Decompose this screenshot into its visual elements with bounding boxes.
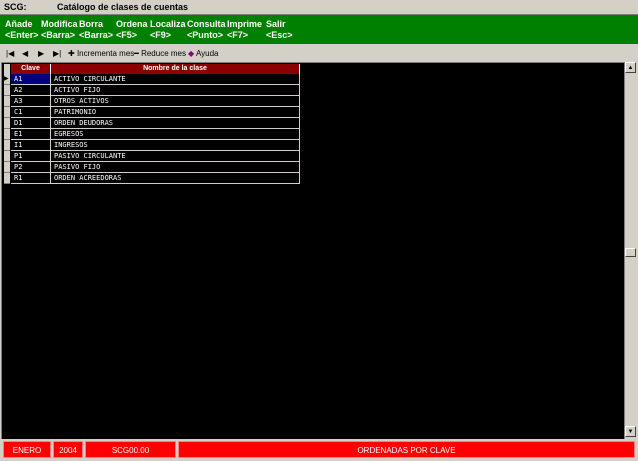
menu-imprime[interactable]: Imprime <F7> (227, 19, 262, 41)
menu-label: Ordena (116, 19, 148, 29)
cell-nombre[interactable]: OTROS ACTIVOS (51, 96, 300, 107)
classes-grid: Clave Nombre de la clase ▶ A1 ACTIVO CIRCU… (4, 64, 300, 184)
menu-label: Localiza (150, 19, 186, 29)
menu-localiza[interactable]: Localiza <F9> (150, 19, 186, 41)
scroll-up-icon[interactable]: ▲ (625, 62, 636, 73)
increment-month-label: Incrementa mes (76, 49, 135, 58)
menu-shortcut: <F9> (150, 30, 172, 40)
menu-shortcut: <Barra> (41, 30, 76, 40)
menu-label: Añade (5, 19, 33, 29)
window-title: Catálogo de clases de cuentas (57, 2, 189, 12)
help-button[interactable]: ◆ Ayuda (188, 48, 218, 59)
row-indicator (4, 162, 10, 173)
cell-clave[interactable]: E1 (11, 129, 51, 140)
cell-clave[interactable]: C1 (11, 107, 51, 118)
status-message: ORDENADAS POR CLAVE (178, 441, 635, 458)
table-row[interactable]: R1 ORDEN ACREEDORAS (4, 173, 300, 184)
menu-salir[interactable]: Salir <Esc> (266, 19, 293, 41)
status-bar: ENERO 2004 SCG00.00 ORDENADAS POR CLAVE (0, 439, 638, 461)
next-record-icon[interactable]: ▶ (38, 48, 44, 59)
cell-nombre[interactable]: PASIVO FIJO (51, 162, 300, 173)
status-year: 2004 (53, 441, 83, 458)
plus-icon: ✚ (68, 49, 75, 58)
scroll-down-icon[interactable]: ▼ (625, 426, 636, 437)
table-row[interactable]: ▶ A1 ACTIVO CIRCULANTE (4, 74, 300, 85)
status-month: ENERO (3, 441, 51, 458)
table-row[interactable]: P2 PASIVO FIJO (4, 162, 300, 173)
cell-clave[interactable]: P2 (11, 162, 51, 173)
cell-nombre[interactable]: ACTIVO FIJO (51, 85, 300, 96)
row-indicator (4, 85, 10, 96)
column-header-nombre[interactable]: Nombre de la clase (51, 64, 300, 74)
menu-shortcut: <F7> (227, 30, 249, 40)
menu-modifica[interactable]: Modifica <Barra> (41, 19, 78, 41)
menu-anade[interactable]: Añade <Enter> (5, 19, 39, 41)
menu-label: Borra (79, 19, 104, 29)
menu-label: Salir (266, 19, 286, 29)
cell-clave[interactable]: I1 (11, 140, 51, 151)
cell-nombre[interactable]: PATRIMONIO (51, 107, 300, 118)
menu-shortcut: <Punto> (187, 30, 224, 40)
cell-clave[interactable]: D1 (11, 118, 51, 129)
reduce-month-label: Reduce mes (141, 49, 186, 58)
increment-month-button[interactable]: ✚ Incrementa mes (68, 48, 134, 59)
cell-clave[interactable]: A1 (11, 74, 51, 85)
cell-clave[interactable]: A2 (11, 85, 51, 96)
vertical-scrollbar[interactable]: ▲ ▼ (624, 62, 637, 438)
cell-clave[interactable]: P1 (11, 151, 51, 162)
scroll-thumb[interactable] (625, 248, 636, 257)
table-row[interactable]: C1 PATRIMONIO (4, 107, 300, 118)
cell-nombre[interactable]: INGRESOS (51, 140, 300, 151)
status-code: SCG00.00 (85, 441, 176, 458)
menu-borra[interactable]: Borra <Barra> (79, 19, 113, 41)
cell-clave[interactable]: R1 (11, 173, 51, 184)
help-label: Ayuda (195, 49, 219, 58)
previous-record-icon[interactable]: ◀ (22, 48, 28, 59)
toolbar: |◀ ◀ ▶ ▶| ✚ Incrementa mes ━ Reduce mes … (0, 45, 638, 62)
menu-label: Imprime (227, 19, 263, 29)
menu-shortcut: <F5> (116, 30, 138, 40)
book-icon: ◆ (188, 49, 195, 58)
table-row[interactable]: A3 OTROS ACTIVOS (4, 96, 300, 107)
menu-consulta[interactable]: Consulta <Punto> (187, 19, 226, 41)
table-row[interactable]: E1 EGRESOS (4, 129, 300, 140)
menu-label: Modifica (41, 19, 78, 29)
menu-shortcut: <Enter> (5, 30, 39, 40)
row-indicator (4, 151, 10, 162)
reduce-month-button[interactable]: ━ Reduce mes (134, 48, 186, 59)
menu-shortcut: <Barra> (79, 30, 114, 40)
cell-nombre[interactable]: ORDEN DEUDORAS (51, 118, 300, 129)
minus-icon: ━ (134, 49, 139, 58)
cell-nombre[interactable]: ORDEN ACREEDORAS (51, 173, 300, 184)
current-row-indicator-icon: ▶ (4, 74, 10, 85)
row-indicator (4, 173, 10, 184)
row-indicator (4, 129, 10, 140)
table-row[interactable]: I1 INGRESOS (4, 140, 300, 151)
cell-nombre[interactable]: EGRESOS (51, 129, 300, 140)
row-indicator (4, 96, 10, 107)
cell-nombre[interactable]: ACTIVO CIRCULANTE (51, 74, 300, 85)
cell-clave[interactable]: A3 (11, 96, 51, 107)
row-indicator (4, 107, 10, 118)
cell-nombre[interactable]: PASIVO CIRCULANTE (51, 151, 300, 162)
menu-ordena[interactable]: Ordena <F5> (116, 19, 148, 41)
menu-bar: Añade <Enter> Modifica <Barra> Borra <Ba… (0, 15, 638, 44)
row-indicator (4, 140, 10, 151)
grid-header: Clave Nombre de la clase (4, 64, 300, 74)
first-record-icon[interactable]: |◀ (6, 48, 14, 59)
grid-corner (4, 64, 10, 74)
table-row[interactable]: A2 ACTIVO FIJO (4, 85, 300, 96)
table-row[interactable]: D1 ORDEN DEUDORAS (4, 118, 300, 129)
menu-shortcut: <Esc> (266, 30, 293, 40)
last-record-icon[interactable]: ▶| (53, 48, 61, 59)
menu-label: Consulta (187, 19, 226, 29)
app-name: SCG: (4, 2, 27, 12)
row-indicator (4, 118, 10, 129)
table-row[interactable]: P1 PASIVO CIRCULANTE (4, 151, 300, 162)
grid-area: Clave Nombre de la clase ▶ A1 ACTIVO CIRCU… (1, 62, 625, 440)
title-bar: SCG: Catálogo de clases de cuentas (0, 0, 638, 15)
column-header-clave[interactable]: Clave (11, 64, 51, 74)
